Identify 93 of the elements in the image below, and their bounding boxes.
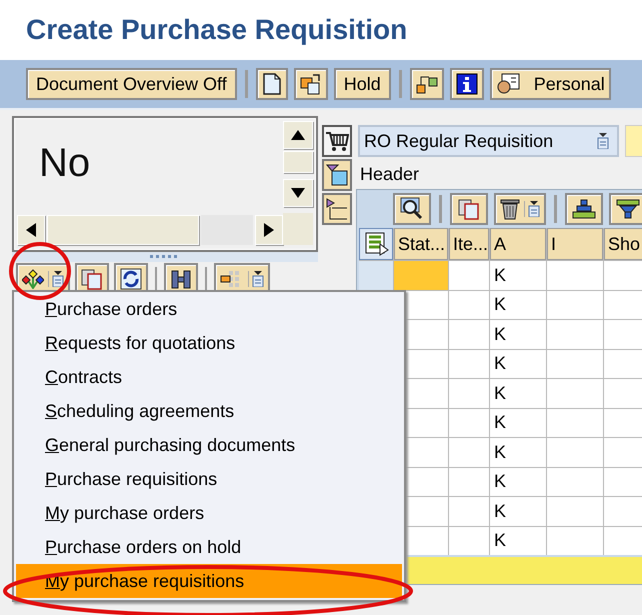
table-cell[interactable] — [547, 379, 603, 408]
table-cell[interactable] — [449, 290, 489, 319]
menu-item[interactable]: Requests for quotations — [16, 326, 402, 360]
cart-button[interactable] — [322, 125, 352, 157]
toolbar-button[interactable] — [565, 193, 603, 225]
stacked-bars-icon — [572, 198, 596, 220]
binoculars-icon — [170, 268, 192, 290]
toolbar-button[interactable]: Personal — [490, 68, 611, 100]
table-cell[interactable] — [449, 526, 489, 555]
column-header[interactable]: Sho — [604, 228, 642, 260]
dropdown-icon — [252, 271, 264, 287]
toolbar-button[interactable]: Hold — [334, 68, 391, 100]
table-cell[interactable]: K — [490, 497, 546, 526]
scroll-down-icon[interactable] — [291, 188, 305, 198]
copy-icon — [458, 198, 480, 220]
table-cell[interactable] — [547, 320, 603, 348]
toolbar-button[interactable] — [494, 193, 546, 225]
table-cell[interactable] — [547, 526, 603, 555]
column-header[interactable]: Ite... — [449, 228, 489, 260]
person-card-icon — [496, 73, 520, 95]
side-button[interactable] — [322, 193, 352, 225]
menu-item[interactable]: My purchase orders — [16, 496, 402, 530]
column-header[interactable]: I — [547, 228, 603, 260]
window-title: Create Purchase Requisition — [26, 14, 408, 46]
toolbar-button[interactable] — [410, 68, 444, 100]
trash-icon — [500, 198, 520, 220]
scrollbar-corner — [283, 213, 313, 245]
table-cell[interactable]: K — [490, 379, 546, 408]
list-select-icon — [365, 232, 389, 256]
menu-item[interactable]: General purchasing documents — [16, 428, 402, 462]
column-header[interactable]: A — [490, 228, 546, 260]
toolbar-button[interactable] — [450, 68, 484, 100]
select-all-button[interactable] — [359, 228, 393, 260]
table-cell[interactable]: K — [490, 526, 546, 555]
toolbar-button[interactable] — [393, 193, 431, 225]
scroll-track[interactable] — [201, 215, 253, 245]
menu-item[interactable]: Scheduling agreements — [16, 394, 402, 428]
info-icon — [456, 73, 478, 95]
tree-icon — [22, 269, 44, 289]
document-type-field[interactable]: RO Regular Requisition — [358, 125, 619, 157]
horizontal-scrollbar[interactable] — [17, 213, 283, 245]
toolbar-button[interactable] — [609, 193, 642, 225]
scroll-right-icon[interactable] — [264, 223, 274, 237]
table-cell[interactable] — [449, 468, 489, 496]
menu-item[interactable]: Purchase requisitions — [16, 462, 402, 496]
table-cell[interactable]: K — [490, 261, 546, 290]
table-cell[interactable] — [449, 497, 489, 526]
menu-item[interactable]: Purchase orders on hold — [16, 530, 402, 564]
swap-icon — [300, 73, 322, 95]
table-cell[interactable] — [449, 350, 489, 378]
table-cell[interactable] — [547, 408, 603, 437]
table-cell[interactable] — [547, 290, 603, 319]
toolbar-button[interactable] — [450, 193, 488, 225]
splitter-grip-icon[interactable] — [150, 255, 180, 259]
table-cell[interactable]: K — [490, 290, 546, 319]
table-cell[interactable] — [547, 261, 603, 290]
magnifier-icon — [400, 197, 424, 221]
table-cell[interactable]: K — [490, 320, 546, 348]
header-label: Header — [359, 163, 420, 186]
dropdown-icon — [52, 271, 64, 287]
table-cell[interactable] — [449, 320, 489, 348]
table-cell[interactable] — [547, 497, 603, 526]
side-button[interactable] — [322, 159, 352, 191]
table-cell[interactable] — [394, 261, 448, 290]
table-cell[interactable]: K — [490, 408, 546, 437]
table-cell[interactable] — [449, 379, 489, 408]
menu-item[interactable]: Purchase orders — [16, 292, 402, 326]
triangle-square-icon — [326, 164, 348, 186]
scroll-left-icon[interactable] — [26, 223, 36, 237]
toolbar-button[interactable] — [294, 68, 328, 100]
toolbar-button[interactable] — [256, 68, 288, 100]
dropdown-icon — [597, 133, 609, 149]
triangle-frame-icon — [326, 198, 348, 220]
table-cell[interactable] — [547, 468, 603, 496]
table-cell[interactable]: K — [490, 468, 546, 496]
table-cell[interactable]: K — [490, 438, 546, 466]
table-cell[interactable] — [449, 261, 489, 290]
table-cell[interactable] — [449, 408, 489, 437]
scroll-thumb[interactable] — [47, 215, 199, 245]
scroll-up-icon[interactable] — [291, 130, 305, 140]
column-header[interactable]: Stat... — [394, 228, 448, 260]
table-cell[interactable]: K — [490, 350, 546, 378]
cart-icon — [325, 130, 349, 152]
dropdown-icon — [528, 201, 540, 217]
page-icon — [262, 73, 281, 95]
table-cell[interactable] — [449, 438, 489, 466]
scroll-thumb[interactable] — [283, 151, 313, 173]
overview-text: No — [39, 141, 90, 185]
table-cell[interactable] — [547, 350, 603, 378]
funnel-icon — [616, 198, 640, 220]
table-cell[interactable] — [547, 438, 603, 466]
toolbar-button[interactable]: Document Overview Off — [26, 68, 237, 100]
menu-item[interactable]: Contracts — [16, 360, 402, 394]
